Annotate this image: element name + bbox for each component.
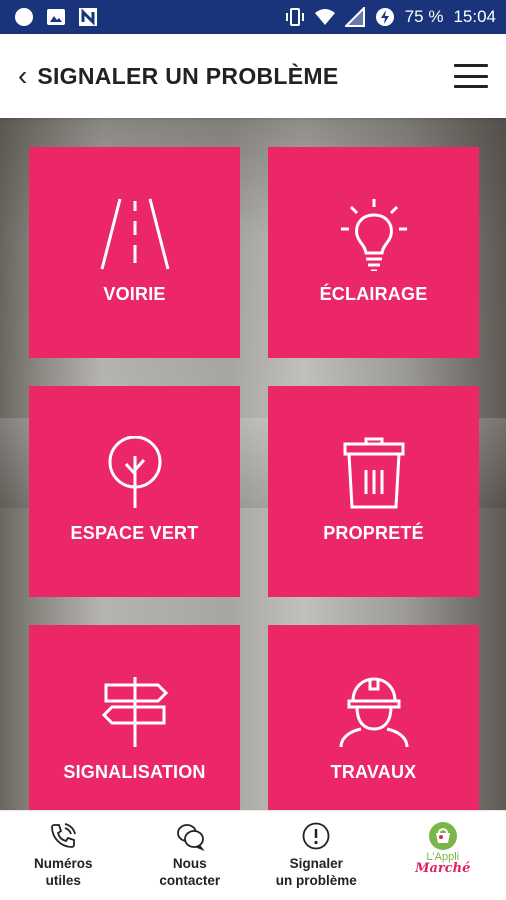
n-app-icon <box>79 8 97 26</box>
vibrate-icon <box>285 8 304 26</box>
tile-espace-vert[interactable]: ESPACE VERT <box>29 386 240 597</box>
road-icon <box>100 198 169 270</box>
status-bar: 75 % 15:04 <box>0 0 506 34</box>
tree-icon <box>108 436 161 508</box>
nav-label: Signaler un problème <box>275 856 357 888</box>
nav-signaler[interactable]: Signaler un problème <box>253 811 380 900</box>
notification-dot-icon <box>15 8 33 26</box>
tile-label: SIGNALISATION <box>63 762 206 782</box>
tile-travaux[interactable]: TRAVAUX <box>268 625 479 810</box>
back-chevron-icon[interactable]: ‹ <box>18 62 27 90</box>
lightbulb-icon <box>340 199 407 271</box>
trash-icon <box>343 437 404 509</box>
hamburger-menu-icon[interactable] <box>454 64 488 88</box>
tile-voirie[interactable]: VOIRIE <box>29 147 240 358</box>
bottom-nav: Numéros utiles Nous contacter Signaler u… <box>0 810 506 900</box>
clock: 15:04 <box>453 7 496 26</box>
tile-label: ESPACE VERT <box>70 523 199 543</box>
tile-label: VOIRIE <box>103 284 166 304</box>
alert-icon <box>302 822 330 850</box>
image-icon <box>47 9 65 25</box>
nav-label: Nous contacter <box>159 856 221 888</box>
logo-text-bottom: Marché <box>415 861 471 876</box>
chat-icon <box>176 824 205 851</box>
phone-icon <box>51 823 77 848</box>
battery-charging-icon <box>375 8 394 26</box>
tile-label: TRAVAUX <box>330 762 417 782</box>
tile-label: ÉCLAIRAGE <box>319 284 428 304</box>
battery-percent: 75 % <box>404 7 444 26</box>
signal-icon <box>344 7 365 27</box>
signpost-icon <box>101 677 168 747</box>
nav-numeros-utiles[interactable]: Numéros utiles <box>0 811 127 900</box>
app-bar: ‹ SIGNALER UN PROBLÈME <box>0 34 506 118</box>
tile-eclairage[interactable]: ÉCLAIRAGE <box>268 147 479 358</box>
nav-appli-marche-logo[interactable]: L'Appli Marché <box>380 811 506 900</box>
nav-nous-contacter[interactable]: Nous contacter <box>127 811 254 900</box>
basket-logo-icon <box>428 822 457 850</box>
tile-signalisation[interactable]: SIGNALISATION <box>29 625 240 810</box>
wifi-icon <box>314 9 335 25</box>
tile-proprete[interactable]: PROPRETÉ <box>268 386 479 597</box>
page-title: SIGNALER UN PROBLÈME <box>37 62 339 89</box>
content-area[interactable]: VOIRIE ÉCLAIRAGE ESPACE VERT PROPRETÉ SI… <box>0 118 506 810</box>
nav-label: Numéros utiles <box>33 856 93 888</box>
worker-icon <box>339 677 408 748</box>
tile-label: PROPRETÉ <box>323 523 424 543</box>
